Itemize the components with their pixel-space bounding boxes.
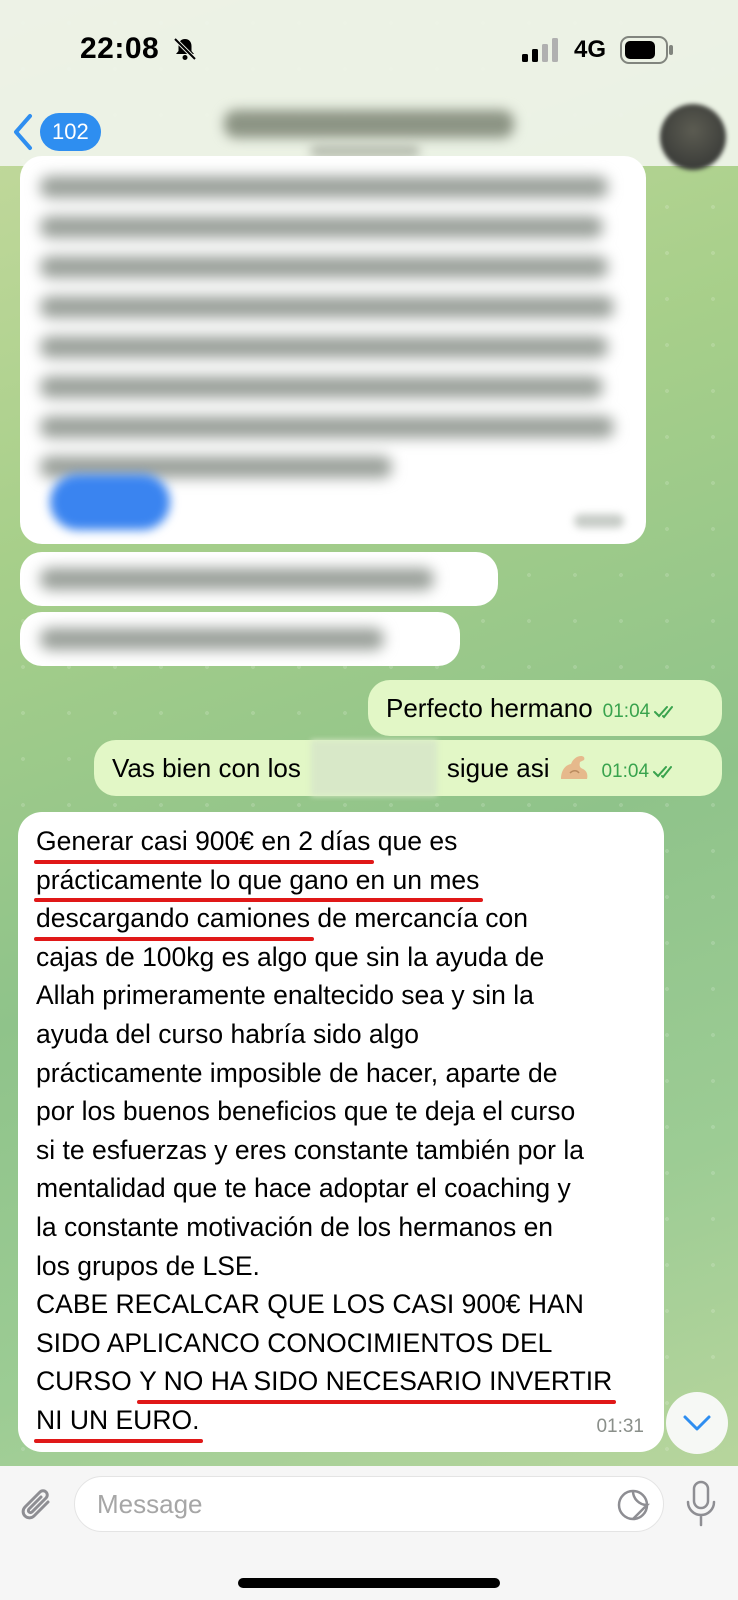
message-line: cajas de 100kg es algo que sin la ayuda … [36, 938, 646, 977]
message-line: Generar casi 900€ en 2 días que es [33, 822, 646, 864]
underlined-text: Generar casi 900€ en 2 días [33, 822, 375, 864]
underlined-text: NI UN EURO. [33, 1401, 204, 1443]
double-check-icon [653, 766, 673, 779]
message-time: 01:04 [601, 761, 650, 782]
paperclip-icon[interactable] [18, 1484, 58, 1530]
outgoing-message: Vas bien con los sigue asi 01:04 [94, 740, 722, 796]
message-text: Allah primeramente enaltecido sea y sin … [36, 980, 534, 1011]
status-time: 22:08 [80, 32, 160, 65]
chevron-left-icon [14, 114, 32, 150]
flexed-biceps-icon [561, 756, 588, 779]
redacted-word [310, 740, 437, 796]
message-text: CURSO [36, 1366, 140, 1397]
message-text: los grupos de LSE. [36, 1250, 260, 1281]
message-input[interactable] [74, 1476, 664, 1532]
message-text: por los buenos beneficios que te deja el… [36, 1096, 576, 1127]
message-line: SIDO APLICANCO CONOCIMIENTOS DEL [36, 1324, 646, 1363]
signal-icon [522, 38, 558, 62]
network-label: 4G [574, 36, 607, 63]
chevron-down-icon [683, 1415, 711, 1431]
message-text-end: sigue asi [446, 752, 550, 783]
message-text: mentalidad que te hace adoptar el coachi… [36, 1173, 571, 1204]
message-line: prácticamente lo que gano en un mes [33, 861, 646, 902]
microphone-icon[interactable] [684, 1480, 718, 1528]
message-time: 01:31 [596, 1416, 644, 1437]
incoming-message: Generar casi 900€ en 2 días que es prácti… [18, 812, 664, 1452]
message-text-start: Vas bien con los [112, 752, 301, 783]
blurred-message [20, 156, 646, 544]
message-line: CABE RECALCAR QUE LOS CASI 900€ HAN [36, 1285, 646, 1324]
message-line: por los buenos beneficios que te deja el… [36, 1092, 646, 1131]
double-check-icon [654, 706, 674, 719]
outgoing-message: Perfecto hermano 01:04 [368, 680, 722, 736]
message-text: cajas de 100kg es algo que sin la ayuda … [36, 941, 545, 972]
underlined-text: Y NO HA SIDO NECESARIO INVERTIR [137, 1362, 617, 1404]
message-text: la constante motivación de los hermanos … [36, 1211, 554, 1242]
message-time: 01:04 [602, 701, 651, 722]
message-text: Perfecto hermano [386, 692, 593, 723]
reaction-pill[interactable] [50, 474, 170, 530]
message-text: de mercancía con [310, 903, 529, 934]
underlined-text: descargando camiones [33, 899, 315, 941]
message-line: Allah primeramente enaltecido sea y sin … [36, 976, 646, 1015]
message-composer [0, 1466, 738, 1600]
unread-count-badge: 102 [40, 113, 101, 151]
back-button[interactable]: 102 [12, 110, 101, 154]
message-body: Generar casi 900€ en 2 días que es prácti… [33, 822, 646, 1443]
message-text: prácticamente imposible de hacer, aparte… [36, 1057, 558, 1088]
message-text: que es [370, 826, 458, 856]
message-line: NI UN EURO. [33, 1401, 646, 1443]
message-line: si te esfuerzas y eres constante también… [36, 1131, 646, 1170]
message-text: SIDO APLICANCO CONOCIMIENTOS DEL [36, 1327, 553, 1358]
message-line: CURSO Y NO HA SIDO NECESARIO INVERTIR [36, 1362, 646, 1404]
message-text: ayuda del curso habría sido algo [36, 1018, 420, 1049]
message-line: ayuda del curso habría sido algo [36, 1015, 646, 1054]
battery-icon [620, 36, 673, 64]
message-line: prácticamente imposible de hacer, aparte… [36, 1054, 646, 1093]
message-text: CABE RECALCAR QUE LOS CASI 900€ HAN [36, 1289, 584, 1320]
message-line: descargando camiones de mercancía con [33, 899, 646, 941]
message-line: mentalidad que te hace adoptar el coachi… [36, 1169, 646, 1208]
blurred-message [20, 552, 498, 606]
message-line: la constante motivación de los hermanos … [36, 1208, 646, 1247]
message-line: los grupos de LSE. [36, 1247, 646, 1286]
sticker-icon[interactable] [616, 1488, 650, 1522]
muted-bell-icon [173, 37, 197, 61]
status-bar: 22:08 4G [0, 0, 738, 100]
message-text: si te esfuerzas y eres constante también… [36, 1134, 584, 1165]
avatar[interactable] [660, 104, 726, 170]
underlined-text: prácticamente lo que gano en un mes [33, 861, 484, 902]
chat-title-blurred[interactable] [224, 110, 514, 138]
home-indicator [238, 1578, 500, 1588]
scroll-down-button[interactable] [666, 1392, 728, 1454]
blurred-message [20, 612, 460, 666]
